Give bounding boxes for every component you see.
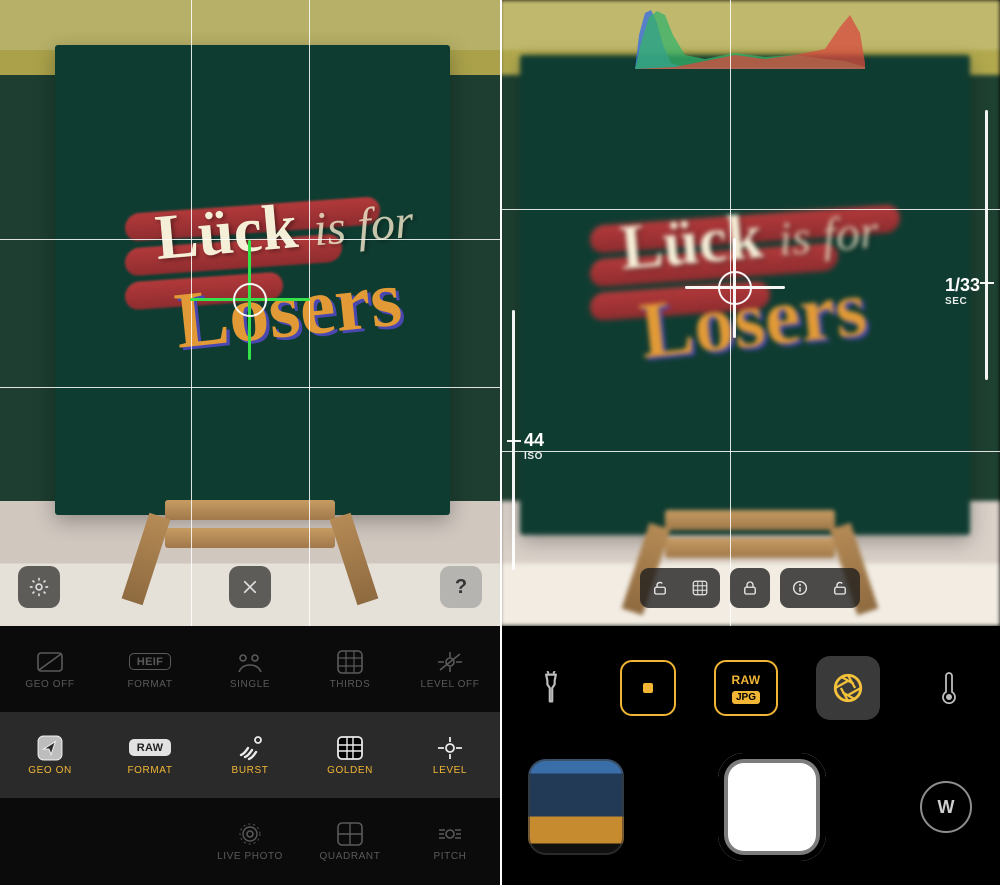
info-icon (791, 579, 809, 597)
quick-actions-row: RAW JPG (500, 648, 1000, 728)
lock-icon (741, 579, 759, 597)
pane-divider (500, 0, 502, 885)
option-burst[interactable]: BURST (200, 714, 300, 796)
wide-lens-button[interactable]: W (920, 781, 972, 833)
quadrant-grid-icon (330, 821, 370, 847)
option-format-raw[interactable]: RAW FORMAT (100, 714, 200, 796)
close-icon (241, 578, 259, 596)
geo-off-icon (30, 649, 70, 675)
shutter-row: W (500, 747, 1000, 867)
heif-badge-icon: HEIF (130, 649, 170, 675)
thermometer-icon (939, 670, 959, 706)
option-golden[interactable]: GOLDEN (300, 714, 400, 796)
focus-reticle[interactable] (665, 218, 805, 358)
option-pitch[interactable]: PITCH (400, 801, 500, 883)
ae-lock-button[interactable] (640, 568, 680, 608)
viewfinder-left[interactable]: Lück is for Losers ? (0, 0, 500, 626)
live-photo-icon (230, 821, 270, 847)
settings-button[interactable] (18, 566, 60, 608)
gallery-thumbnail[interactable] (528, 759, 624, 855)
single-icon (230, 649, 270, 675)
grid-toggle-button[interactable] (680, 568, 720, 608)
option-geo-off[interactable]: GEO OFF (0, 628, 100, 710)
burst-icon (230, 735, 270, 761)
wb-info-button[interactable] (780, 568, 820, 608)
temperature-button[interactable] (917, 656, 981, 720)
viewfinder-right[interactable]: Lück is for Losers (500, 0, 1000, 626)
wb-lock-button[interactable] (820, 568, 860, 608)
raw-label: RAW (732, 673, 761, 687)
option-single[interactable]: SINGLE (200, 628, 300, 710)
bottom-toolbar: RAW JPG W (500, 626, 1000, 885)
aperture-button[interactable] (816, 656, 880, 720)
level-off-icon (430, 649, 470, 675)
focus-square-icon (638, 678, 658, 698)
right-pane: Lück is for Losers (500, 0, 1000, 885)
shutter-speed-readout: 1/33 SEC (945, 275, 980, 307)
option-thirds[interactable]: THIRDS (300, 628, 400, 710)
thirds-grid-icon (330, 649, 370, 675)
left-pane: Lück is for Losers ? (0, 0, 500, 885)
option-spacer-1 (0, 801, 100, 883)
close-button[interactable] (229, 566, 271, 608)
gear-icon (28, 576, 50, 598)
option-quadrant[interactable]: QUADRANT (300, 801, 400, 883)
option-level-off[interactable]: LEVEL OFF (400, 628, 500, 710)
flashlight-icon (536, 671, 566, 705)
help-button[interactable]: ? (440, 566, 482, 608)
aperture-icon (831, 671, 865, 705)
level-icon (430, 735, 470, 761)
golden-grid-icon (330, 735, 370, 761)
question-icon: ? (455, 576, 467, 599)
level-reticle (180, 230, 320, 370)
format-button[interactable]: RAW JPG (714, 660, 778, 716)
iso-slider[interactable] (512, 310, 515, 570)
option-format-heif[interactable]: HEIF FORMAT (100, 628, 200, 710)
shutter-speed-slider[interactable] (985, 110, 988, 380)
option-level[interactable]: LEVEL (400, 714, 500, 796)
shutter-button[interactable] (718, 753, 826, 861)
settings-option-grid: GEO OFF HEIF FORMAT SINGLE THIRDS LEVEL … (0, 626, 500, 885)
flashlight-button[interactable] (519, 656, 583, 720)
iso-readout: 44 ISO (524, 430, 544, 462)
location-arrow-icon (30, 735, 70, 761)
raw-badge-icon: RAW (130, 735, 170, 761)
unlock-icon (651, 579, 669, 597)
option-geo-on[interactable]: GEO ON (0, 714, 100, 796)
lock-bar (640, 568, 860, 608)
option-spacer-2 (100, 801, 200, 883)
grid-icon (691, 579, 709, 597)
af-lock-button[interactable] (730, 568, 770, 608)
focus-mode-button[interactable] (620, 660, 676, 716)
jpg-label: JPG (732, 691, 760, 704)
pitch-icon (430, 821, 470, 847)
option-live-photo[interactable]: LIVE PHOTO (200, 801, 300, 883)
wide-lens-label: W (938, 797, 955, 818)
unlock-icon (831, 579, 849, 597)
